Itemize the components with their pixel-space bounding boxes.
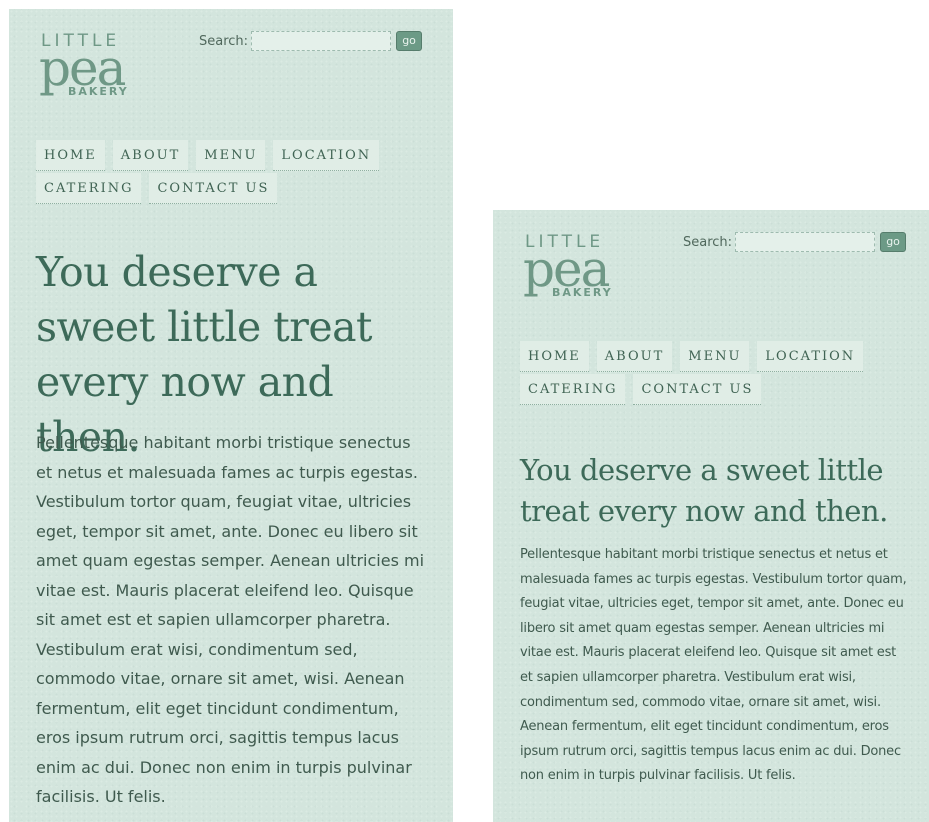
hero-headline: You deserve a sweet little treat every n… xyxy=(520,453,888,528)
nav-item-catering[interactable]: CATERING xyxy=(36,173,142,204)
nav-item-about[interactable]: ABOUT xyxy=(112,140,189,171)
mobile-preview-large: LITTLE pea BAKERY Search: go HOME ABOUT … xyxy=(9,9,453,822)
search-input[interactable] xyxy=(735,232,876,252)
nav-item-about[interactable]: ABOUT xyxy=(596,341,673,372)
logo-line-bakery: BAKERY xyxy=(552,286,613,299)
main-nav: HOME ABOUT MENU LOCATION CATERING CONTAC… xyxy=(520,341,920,407)
nav-item-home[interactable]: HOME xyxy=(520,341,589,372)
hero-body: Pellentesque habitant morbi tristique se… xyxy=(520,547,907,784)
mobile-preview-small: LITTLE pea BAKERY Search: go HOME ABOUT … xyxy=(493,210,929,822)
bakery-logo[interactable]: LITTLE pea BAKERY xyxy=(523,232,625,304)
nav-item-location[interactable]: LOCATION xyxy=(273,140,380,171)
search-input[interactable] xyxy=(251,31,392,51)
nav-item-catering[interactable]: CATERING xyxy=(520,374,626,405)
nav-item-contact-us[interactable]: CONTACT US xyxy=(633,374,762,405)
logo-line-bakery: BAKERY xyxy=(68,85,129,98)
nav-item-menu[interactable]: MENU xyxy=(196,140,266,171)
nav-item-home[interactable]: HOME xyxy=(36,140,105,171)
search-go-button[interactable]: go xyxy=(396,31,423,51)
search-label: Search: xyxy=(199,33,249,49)
search-form: Search: go xyxy=(683,232,907,252)
nav-item-location[interactable]: LOCATION xyxy=(757,341,864,372)
search-label: Search: xyxy=(683,234,733,250)
nav-item-menu[interactable]: MENU xyxy=(680,341,750,372)
nav-item-contact-us[interactable]: CONTACT US xyxy=(149,173,278,204)
hero-body: Pellentesque habitant morbi tristique se… xyxy=(36,433,425,806)
bakery-logo[interactable]: LITTLE pea BAKERY xyxy=(39,31,141,103)
search-go-button[interactable]: go xyxy=(880,232,907,252)
main-nav: HOME ABOUT MENU LOCATION CATERING CONTAC… xyxy=(36,140,436,206)
search-form: Search: go xyxy=(199,31,423,51)
